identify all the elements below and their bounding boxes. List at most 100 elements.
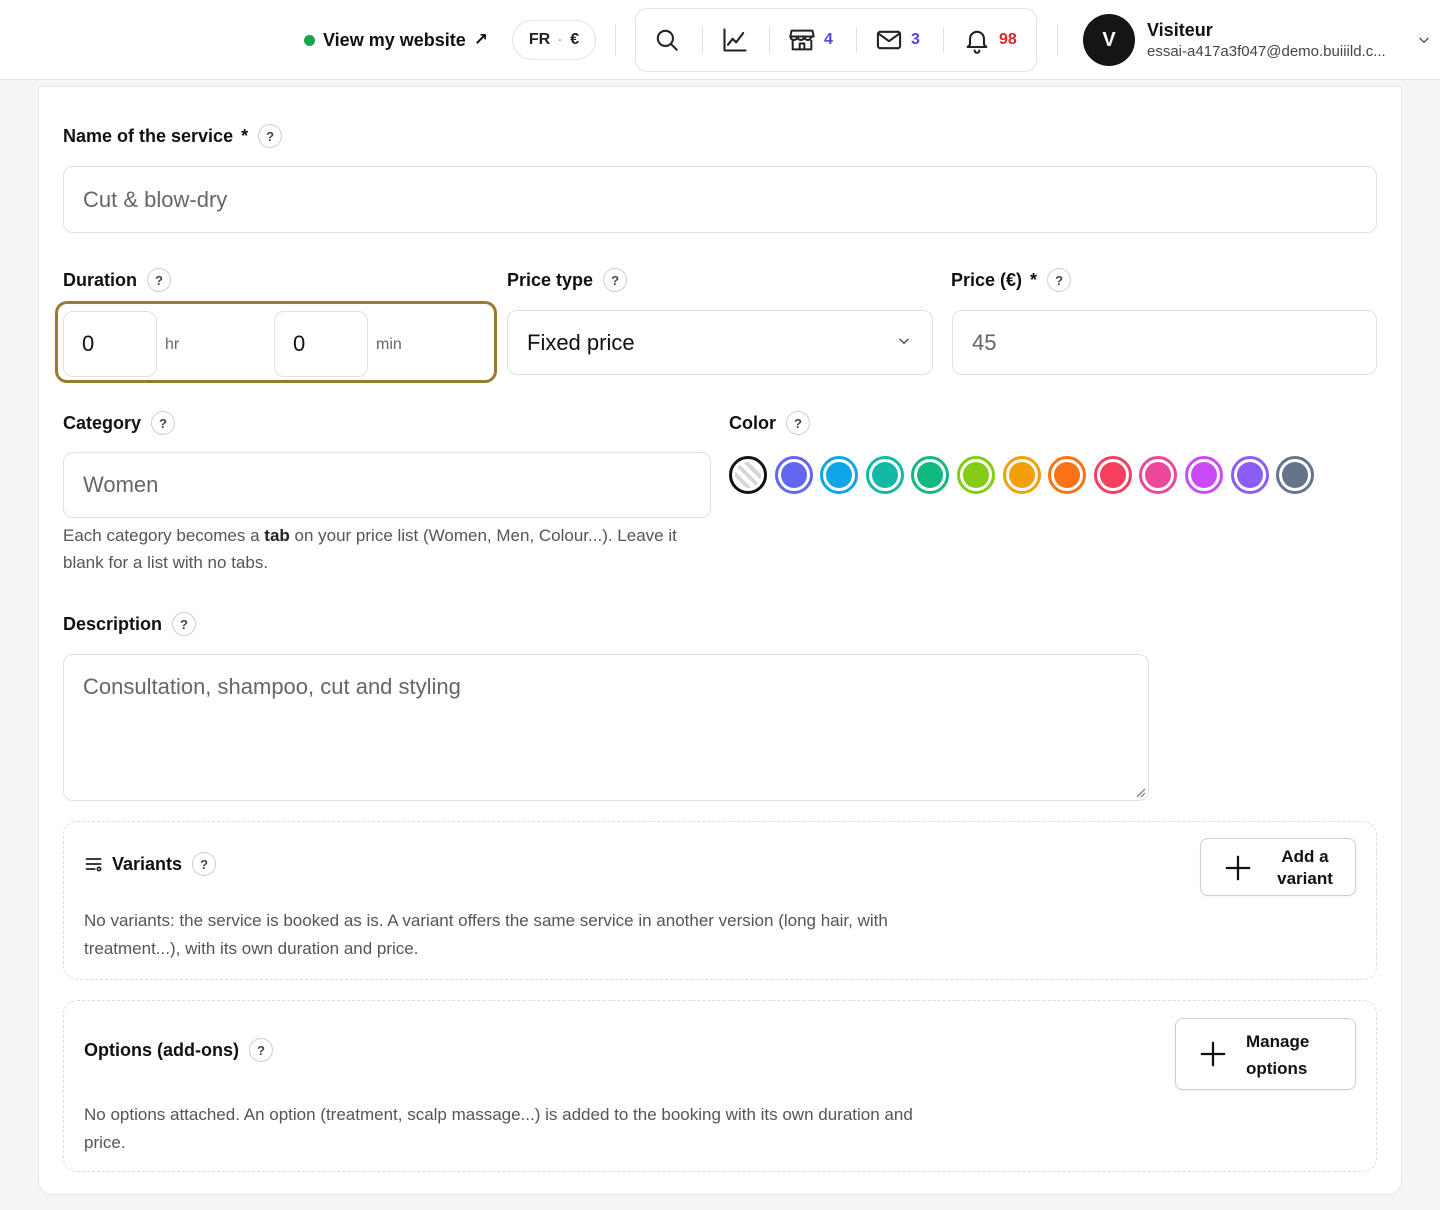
mail-icon: [876, 30, 902, 50]
category-label: Category ?: [63, 411, 176, 435]
duration-minutes-input[interactable]: 0: [274, 311, 368, 377]
help-icon[interactable]: ?: [258, 124, 283, 148]
required-asterisk: *: [1030, 269, 1038, 290]
color-swatch[interactable]: [1093, 456, 1132, 494]
manage-options-label: Manage options: [1246, 1028, 1309, 1082]
notifications-count-badge: 98: [999, 31, 1017, 48]
options-description: No options attached. An option (treatmen…: [84, 1105, 913, 1152]
divider: [856, 27, 857, 53]
bell-icon: [966, 30, 988, 54]
divider: [769, 27, 770, 53]
manage-options-button[interactable]: Manage options: [1175, 1018, 1356, 1090]
color-swatch-fill: [917, 462, 944, 488]
online-status-dot: [304, 34, 315, 46]
resize-handle-icon[interactable]: [1134, 786, 1146, 798]
color-swatch-fill: [1145, 462, 1172, 488]
avatar[interactable]: V: [1083, 14, 1135, 66]
price-type-label: Price type ?: [507, 268, 628, 292]
divider: [1057, 24, 1058, 56]
search-button[interactable]: [654, 9, 680, 71]
button-label-line: Manage: [1246, 1032, 1310, 1051]
color-swatch-fill: [1008, 462, 1035, 488]
price-input[interactable]: 45: [952, 310, 1377, 375]
color-swatch[interactable]: [1276, 456, 1315, 494]
mail-count-badge: 3: [911, 31, 920, 48]
button-label-line: Add a: [1281, 847, 1329, 866]
service-name-input[interactable]: Cut & blow-dry: [63, 166, 1377, 233]
options-heading: Options (add-ons) ?: [84, 1038, 273, 1062]
color-swatch[interactable]: [774, 456, 813, 494]
options-label-text: Options (add-ons): [84, 1039, 239, 1060]
shop-count-badge: 4: [824, 31, 833, 48]
plus-icon: [1225, 855, 1251, 881]
toolbar-icon-group: 4 3 98: [635, 8, 1037, 72]
divider: [943, 27, 944, 53]
help-icon[interactable]: ?: [1047, 268, 1072, 292]
button-label-line: options: [1246, 1059, 1308, 1078]
divider: [702, 27, 703, 53]
variants-label-text: Variants: [112, 853, 183, 874]
hours-unit-label: hr: [165, 336, 180, 353]
view-website-link[interactable]: View my website ↗: [304, 26, 488, 54]
description-textarea[interactable]: Consultation, shampoo, cut and styling: [63, 654, 1149, 801]
list-filter-icon: [85, 858, 102, 872]
help-icon[interactable]: ?: [151, 411, 176, 435]
user-email: essai-a417a3f047@demo.buiiild.c...: [1147, 43, 1386, 60]
add-variant-label: Add a variant: [1271, 846, 1339, 890]
language-currency-switcher[interactable]: FR · €: [512, 20, 596, 60]
color-swatch-fill: [1236, 462, 1263, 488]
color-swatch[interactable]: [820, 456, 859, 494]
price-type-select[interactable]: Fixed price: [507, 310, 933, 375]
color-swatch[interactable]: [957, 456, 995, 494]
description-label: Description ?: [63, 612, 197, 636]
variants-heading: Variants ?: [84, 852, 217, 876]
user-name[interactable]: Visiteur: [1147, 20, 1213, 41]
help-icon[interactable]: ?: [147, 268, 171, 292]
help-icon[interactable]: ?: [603, 268, 628, 292]
color-swatch-fill: [871, 462, 898, 488]
color-swatch[interactable]: [1002, 456, 1041, 494]
duration-hours-input[interactable]: 0: [63, 311, 157, 377]
hint-text: Each category becomes a: [63, 526, 265, 545]
currency-symbol: €: [570, 31, 580, 48]
minutes-unit-label: min: [376, 336, 402, 353]
color-swatch-fill: [1099, 462, 1126, 488]
color-swatch-none[interactable]: [729, 456, 767, 494]
price-label-text: Price (€): [951, 269, 1023, 290]
service-name-label-text: Name of the service: [63, 125, 234, 146]
duration-label: Duration ?: [63, 268, 171, 292]
color-swatch[interactable]: [1048, 456, 1087, 494]
color-swatch-fill: [780, 462, 807, 488]
help-icon[interactable]: ?: [786, 411, 810, 435]
button-label-line: variant: [1277, 869, 1333, 888]
color-swatch-fill: [735, 462, 761, 488]
duration-label-text: Duration: [63, 269, 137, 290]
price-type-label-text: Price type: [507, 269, 594, 290]
color-swatch[interactable]: [865, 456, 904, 494]
notifications-button[interactable]: 98: [963, 9, 1017, 71]
analytics-button[interactable]: [721, 9, 749, 71]
color-swatch-fill: [1191, 462, 1217, 488]
help-icon[interactable]: ?: [172, 612, 197, 636]
required-asterisk: *: [241, 125, 249, 146]
chart-line-icon: [723, 28, 747, 52]
price-label: Price (€) * ?: [951, 268, 1072, 292]
add-variant-button[interactable]: Add a variant: [1200, 838, 1356, 896]
color-label-text: Color: [729, 412, 776, 433]
shop-button[interactable]: 4: [788, 9, 833, 71]
category-input[interactable]: Women: [63, 452, 711, 518]
variants-description: No variants: the service is booked as is…: [84, 911, 888, 958]
help-icon[interactable]: ?: [192, 852, 217, 876]
chevron-down-icon[interactable]: [1417, 33, 1431, 47]
color-swatch[interactable]: [1185, 456, 1223, 494]
description-label-text: Description: [63, 613, 163, 634]
description-text: Consultation, shampoo, cut and styling: [83, 674, 461, 699]
help-icon[interactable]: ?: [248, 1038, 273, 1062]
color-swatch-fill: [1054, 462, 1081, 488]
color-swatch-fill: [826, 462, 853, 488]
category-label-text: Category: [63, 412, 142, 433]
color-swatch[interactable]: [1230, 456, 1269, 494]
messages-button[interactable]: 3: [875, 9, 920, 71]
chevron-down-icon[interactable]: [897, 334, 911, 348]
color-swatch-fill: [1282, 462, 1309, 488]
